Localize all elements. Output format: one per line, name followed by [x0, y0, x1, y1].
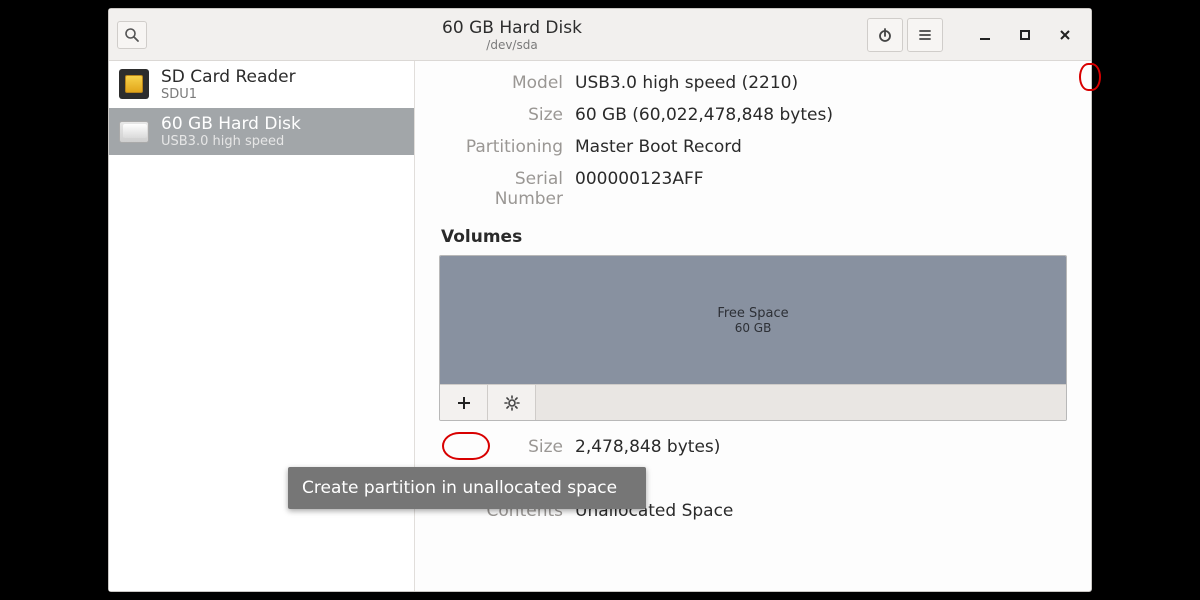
hard-disk-icon — [119, 116, 151, 148]
value-serial: 000000123AFF — [575, 169, 1067, 209]
value-size: 60 GB (60,022,478,848 bytes) — [575, 105, 1067, 125]
maximize-button[interactable] — [1007, 18, 1043, 52]
value-model: USB3.0 high speed (2210) — [575, 73, 1067, 93]
volume-region-size: 60 GB — [717, 321, 788, 335]
window-title: 60 GB Hard Disk — [157, 18, 867, 38]
disk-info-grid: Model USB3.0 high speed (2210) Size 60 G… — [445, 73, 1067, 209]
maximize-icon — [1018, 28, 1032, 42]
plus-icon — [456, 395, 472, 411]
magnifier-icon — [124, 27, 140, 43]
header-bar: 60 GB Hard Disk /dev/sda — [109, 9, 1091, 61]
value-vol-device — [575, 469, 1067, 489]
window-body: SD Card Reader SDU1 60 GB Hard Disk USB3… — [109, 61, 1091, 591]
label-model: Model — [445, 73, 563, 93]
volumes-heading: Volumes — [441, 227, 1067, 247]
window-subtitle: /dev/sda — [157, 38, 867, 52]
hamburger-icon — [917, 27, 933, 43]
label-serial: Serial Number — [445, 169, 563, 209]
value-vol-size-partial: 2,478,848 bytes) — [575, 437, 1067, 457]
sd-card-icon — [119, 69, 151, 101]
volume-region-label: Free Space — [717, 306, 788, 321]
power-icon — [877, 27, 893, 43]
sidebar-item-subtitle: SDU1 — [161, 87, 296, 102]
minimize-button[interactable] — [967, 18, 1003, 52]
value-partitioning: Master Boot Record — [575, 137, 1067, 157]
sidebar-item-title: 60 GB Hard Disk — [161, 114, 301, 134]
close-icon — [1058, 28, 1072, 42]
volume-toolbar — [440, 384, 1066, 420]
gear-icon — [504, 395, 520, 411]
volume-map: Free Space 60 GB — [439, 255, 1067, 421]
detail-pane: Model USB3.0 high speed (2210) Size 60 G… — [415, 61, 1091, 591]
label-partitioning: Partitioning — [445, 137, 563, 157]
volume-region-free[interactable]: Free Space 60 GB — [440, 256, 1066, 384]
minimize-icon — [978, 28, 992, 42]
tooltip-create-partition: Create partition in unallocated space — [288, 467, 646, 509]
power-button[interactable] — [867, 18, 903, 52]
label-size: Size — [445, 105, 563, 125]
sidebar-item-hard-disk[interactable]: 60 GB Hard Disk USB3.0 high speed — [109, 108, 414, 155]
sidebar-item-sd-reader[interactable]: SD Card Reader SDU1 — [109, 61, 414, 108]
add-partition-button[interactable] — [440, 385, 488, 421]
value-vol-contents: Unallocated Space — [575, 501, 1067, 521]
sidebar-item-title: SD Card Reader — [161, 67, 296, 87]
sidebar-item-subtitle: USB3.0 high speed — [161, 134, 301, 149]
find-disk-button[interactable] — [117, 21, 147, 49]
close-button[interactable] — [1047, 18, 1083, 52]
label-vol-size: Size — [445, 437, 563, 457]
volume-settings-button[interactable] — [488, 385, 536, 421]
menu-button[interactable] — [907, 18, 943, 52]
device-sidebar: SD Card Reader SDU1 60 GB Hard Disk USB3… — [109, 61, 415, 591]
